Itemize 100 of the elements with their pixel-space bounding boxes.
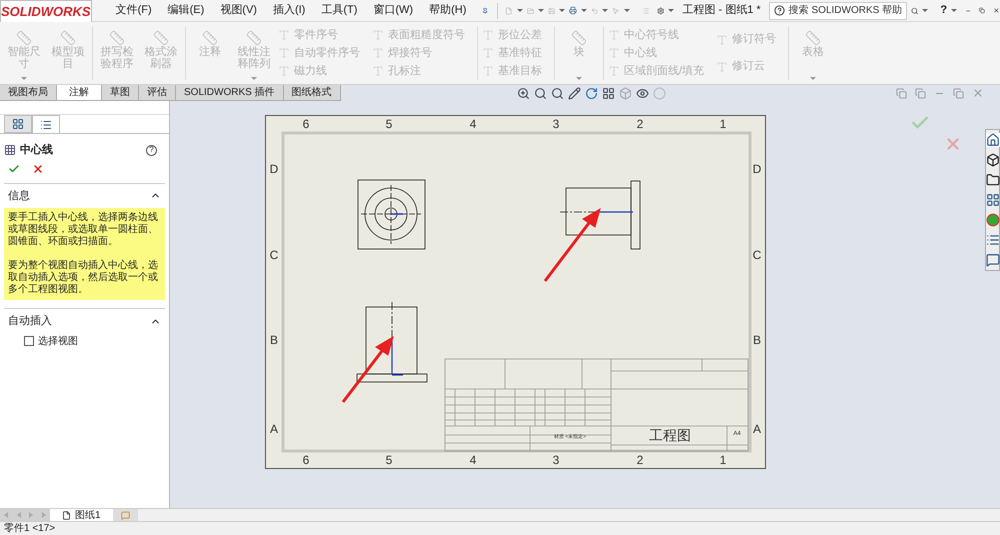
ribbon-item[interactable]: 中心符号线 [608, 26, 704, 44]
restore-icon[interactable] [979, 5, 986, 16]
ribbon-item[interactable]: 区域剖面线/填充 [608, 62, 704, 80]
panel-title: 中心线 [20, 142, 53, 158]
view-palette-icon[interactable] [986, 193, 1000, 207]
ribbon-item[interactable]: 零件序号 [278, 26, 360, 44]
layout-icon [12, 118, 24, 130]
zone-label: 6 [302, 117, 310, 131]
cancel-icon[interactable] [32, 162, 44, 174]
pencil-icon[interactable] [568, 86, 581, 100]
caret-icon[interactable] [668, 9, 674, 12]
ribbon-tab[interactable]: 注解 [57, 85, 102, 100]
layout-tab[interactable] [4, 115, 32, 133]
caret-icon[interactable] [516, 9, 523, 12]
ribbon-item[interactable]: 表面粗糙度符号 [372, 26, 465, 44]
zone-label: A [270, 422, 278, 436]
zone-label: C [270, 248, 278, 262]
zone-label: 4 [470, 453, 476, 467]
ribbon-button[interactable]: 块 [559, 22, 599, 84]
zone-label: 5 [386, 117, 392, 131]
ribbon-button[interactable]: 格式涂刷器 [141, 22, 181, 84]
caret-icon[interactable] [21, 77, 27, 80]
menu-item[interactable]: 窗口(W) [373, 2, 414, 19]
caret-icon[interactable] [951, 9, 958, 12]
ribbon-button[interactable]: 模型项目 [48, 22, 88, 84]
status-bar: 零件1 <17> [0, 521, 1000, 535]
zone-label: B [753, 333, 761, 347]
zone-label: 4 [470, 117, 476, 131]
add-sheet-icon [120, 510, 130, 520]
ribbon-button[interactable]: 智能尺寸 [4, 22, 44, 84]
ribbon-button[interactable]: 表格 [793, 22, 834, 84]
zone-label: D [752, 162, 762, 176]
zone-label: 5 [386, 453, 392, 467]
ribbon-item[interactable]: 形位公差 [482, 26, 542, 44]
menu-item[interactable]: 视图(V) [220, 2, 257, 19]
section-title: 自动插入 [8, 314, 52, 329]
caret-icon[interactable] [602, 9, 608, 12]
sheet-icon [62, 510, 71, 520]
caret-icon[interactable] [624, 9, 630, 12]
ribbon-item[interactable]: 磁力线 [278, 62, 360, 80]
zone-label: A [753, 422, 761, 436]
info-text: 要为整个视图自动插入中心线，选取自动插入选项，然后选取一个或多个工程图视图。 [8, 260, 159, 296]
zoom-icon[interactable] [516, 86, 530, 100]
ribbon-tab[interactable]: 评估 [139, 85, 176, 100]
ribbon-item[interactable]: 焊接符号 [372, 44, 465, 62]
home-icon[interactable] [986, 133, 1000, 147]
checkbox[interactable] [24, 336, 34, 346]
ok-icon[interactable] [8, 162, 20, 174]
help-button[interactable]: ? [940, 2, 948, 19]
menu-item[interactable]: 插入(I) [272, 2, 306, 19]
ribbon-tab[interactable]: 图纸格式 [284, 85, 341, 100]
property-tab[interactable] [32, 115, 60, 133]
drawing-title: 工程图 [649, 427, 691, 443]
caret-icon[interactable] [576, 77, 582, 80]
appearance-icon[interactable] [986, 213, 1000, 227]
ribbon-item[interactable]: 基准特征 [482, 44, 542, 62]
forum-icon[interactable] [986, 253, 1000, 267]
sheet-tab[interactable]: 图纸1 [50, 509, 113, 521]
zoom-icon[interactable] [550, 86, 564, 100]
caret-icon[interactable] [538, 9, 544, 12]
help-button[interactable]: ? [146, 144, 157, 156]
caret-icon[interactable] [810, 77, 816, 80]
ribbon-button[interactable]: 拼写检验程序 [97, 22, 137, 84]
ribbon-item[interactable]: 基准目标 [482, 62, 542, 80]
document-title: 工程图 - 图纸1 * [682, 3, 761, 18]
caret-icon[interactable] [581, 9, 588, 12]
ribbon-tab[interactable]: 视图布局 [0, 85, 57, 100]
menu-item[interactable]: 帮助(H) [429, 2, 466, 19]
ribbon-button[interactable]: 线性注释阵列 [234, 22, 274, 84]
menu-item[interactable]: 工具(T) [321, 2, 358, 19]
zone-label: C [752, 248, 762, 262]
folder-icon[interactable] [986, 173, 1000, 187]
menu-item[interactable]: 文件(F) [116, 2, 152, 19]
zone-label: 1 [720, 453, 726, 467]
caret-icon[interactable] [251, 77, 257, 80]
zone-label: 1 [720, 117, 726, 131]
top-view-drawing [358, 180, 426, 250]
ribbon-item[interactable]: 中心线 [608, 44, 704, 62]
properties-icon[interactable] [986, 233, 1000, 247]
ribbon-tab[interactable]: SOLIDWORKS 插件 [176, 85, 284, 100]
ribbon-item[interactable]: 修订云 [716, 58, 776, 75]
view-icon[interactable] [602, 86, 615, 100]
ribbon-tab[interactable]: 草图 [102, 85, 139, 100]
ribbon-item[interactable]: 自动零件序号 [278, 44, 360, 62]
ribbon-item[interactable]: 修订符号 [716, 31, 776, 48]
ribbon-item[interactable]: 孔标注 [372, 62, 465, 80]
parts-icon[interactable] [986, 153, 1000, 167]
caret-icon[interactable] [922, 9, 928, 12]
arrow [342, 336, 394, 403]
zone-label: 2 [636, 453, 644, 467]
ribbon-button[interactable]: 注释 [190, 22, 230, 84]
eye-icon[interactable] [636, 86, 649, 100]
rotate-icon[interactable] [584, 86, 598, 100]
zone-label: 6 [302, 453, 310, 467]
menu-item[interactable]: 编辑(E) [168, 2, 204, 19]
zoom-area-icon[interactable] [534, 86, 547, 100]
caret-icon[interactable] [559, 9, 566, 12]
checkbox-label: 选择视图 [38, 334, 78, 348]
search-field[interactable]: 搜索 SOLIDWORKS 帮助 [768, 2, 908, 20]
zone-label: D [270, 162, 278, 176]
